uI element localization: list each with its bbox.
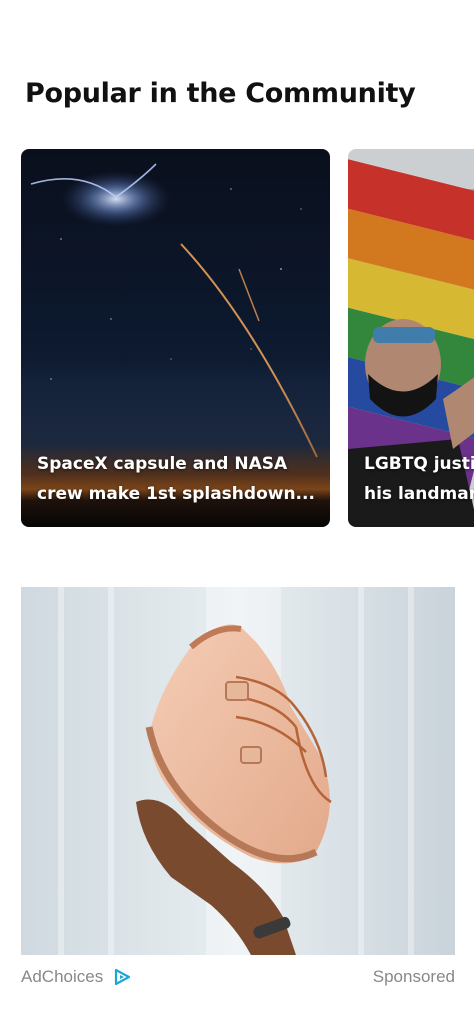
ad-footer: AdChoices Sponsored (21, 965, 455, 991)
section-title: Popular in the Community (25, 78, 416, 109)
ad-image[interactable] (21, 587, 455, 955)
page: Popular in the Community SpaceX capsule … (0, 0, 474, 1024)
article-card-spacex[interactable]: SpaceX capsule and NASA crew make 1st sp… (21, 149, 330, 527)
card-headline: SpaceX capsule and NASA crew make 1st sp… (37, 454, 315, 504)
sponsored-label: Sponsored (372, 967, 455, 986)
adchoices-link[interactable]: AdChoices (21, 967, 131, 987)
card-headline: LGBTQ justic his landmar (364, 454, 474, 504)
adchoices-icon (115, 968, 131, 986)
sneaker-on-hand-image (21, 587, 455, 955)
community-carousel[interactable]: SpaceX capsule and NASA crew make 1st sp… (0, 149, 474, 527)
adchoices-label: AdChoices (21, 967, 104, 986)
article-card-lgbtq[interactable]: LGBTQ justic his landmar (348, 149, 474, 527)
